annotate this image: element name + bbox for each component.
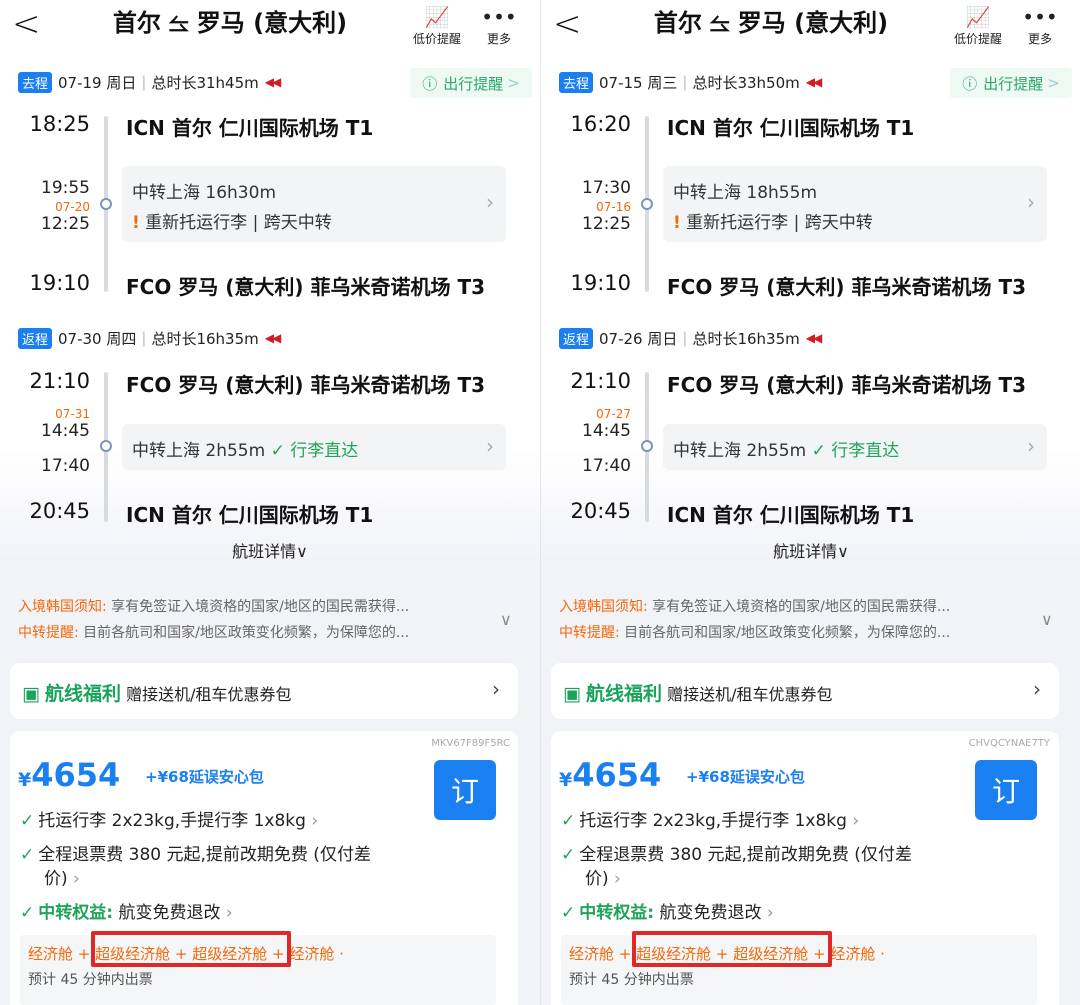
transfer-info[interactable]: 中转上海 16h30m ! 重新托运行李 | 跨天中转 › <box>122 166 506 242</box>
chart-alert-icon: 📈 <box>424 5 450 29</box>
chevron-right-icon: > <box>507 74 520 92</box>
route-welfare-card[interactable]: ▣ 航线福利 赠接送机/租车优惠券包 › <box>10 663 518 719</box>
chevron-right-icon: › <box>1027 190 1035 214</box>
dep-time: 18:25 <box>29 112 90 136</box>
book-button[interactable]: 订 <box>975 760 1037 820</box>
airline-logo-icon: ◀◀ <box>264 331 282 345</box>
travel-reminder-button[interactable]: ⓘ 出行提醒 > <box>950 68 1072 98</box>
transfer-notice[interactable]: 中转提醒: 目前各航司和国家/地区政策变化频繁，为保障您的... <box>18 622 409 642</box>
transfer-rights[interactable]: ✓ 中转权益: 航变免费退改 › <box>561 898 774 923</box>
chevron-down-icon: ∨ <box>837 542 849 561</box>
transfer-info[interactable]: 中转上海 2h55m ✓ 行李直达 › <box>663 424 1047 470</box>
chevron-right-icon: › <box>1033 677 1041 701</box>
flight-details-toggle[interactable]: 航班详情∨ <box>0 538 540 562</box>
travel-reminder-button[interactable]: ⓘ 出行提醒 > <box>410 68 532 98</box>
arr-airport: FCO 罗马 (意大利) 菲乌米奇诺机场 T3 <box>126 275 486 299</box>
page-title: 首尔 ⥦ 罗马 (意大利) <box>112 9 348 37</box>
chart-alert-icon: 📈 <box>965 5 991 29</box>
expand-chevron-icon[interactable]: ∨ <box>500 610 512 629</box>
check-icon: ✓ <box>270 441 285 461</box>
gift-icon: ▣ <box>22 683 40 705</box>
timeline-dot <box>641 198 653 210</box>
chevron-right-icon: › <box>486 434 494 458</box>
price: ¥4654 <box>18 756 121 794</box>
flight-panel-right: < 首尔 ⥦ 罗马 (意大利) 📈 低价提醒 ••• 更多 去程 07-15 周… <box>540 0 1080 1005</box>
delay-insurance[interactable]: +¥68延误安心包 <box>686 766 805 787</box>
page-title: 首尔 ⥦ 罗马 (意大利) <box>653 9 889 37</box>
baggage-info[interactable]: ✓ 托运行李 2x23kg,手提行李 1x8kg › <box>561 806 859 831</box>
book-button[interactable]: 订 <box>434 760 496 820</box>
transfer-info[interactable]: 中转上海 18h55m ! 重新托运行李 | 跨天中转 › <box>663 166 1047 242</box>
expand-chevron-icon[interactable]: ∨ <box>1041 610 1053 629</box>
transfer-info[interactable]: 中转上海 2h55m ✓ 行李直达 › <box>122 424 506 470</box>
refund-info[interactable]: ✓ 全程退票费 380 元起,提前改期免费 (仅付差 <box>561 840 912 865</box>
highlight-box <box>91 931 291 967</box>
korea-entry-notice[interactable]: 入境韩国须知: 享有免签证入境资格的国家/地区的国民需获得... <box>18 596 409 616</box>
more-dots-icon: ••• <box>481 5 517 29</box>
timeline-dot <box>100 198 112 210</box>
low-price-alert-button[interactable]: 📈 低价提醒 <box>402 6 472 47</box>
chevron-down-icon: ∨ <box>296 542 308 561</box>
timeline-dot <box>100 440 112 452</box>
airline-logo-icon: ◀◀ <box>805 75 823 89</box>
refund-info[interactable]: ✓ 全程退票费 380 元起,提前改期免费 (仅付差 <box>20 840 371 865</box>
flight-details-toggle[interactable]: 航班详情∨ <box>541 538 1080 562</box>
gift-icon: ▣ <box>563 683 581 705</box>
price: ¥4654 <box>559 756 662 794</box>
timeline-dot <box>641 440 653 452</box>
chevron-right-icon: › <box>486 190 494 214</box>
airline-logo-icon: ◀◀ <box>805 331 823 345</box>
return-header: 返程 07-30 周四 | 总时长16h35m ◀◀ <box>18 326 282 350</box>
korea-entry-notice[interactable]: 入境韩国须知: 享有免签证入境资格的国家/地区的国民需获得... <box>559 596 950 616</box>
route-welfare-card[interactable]: ▣ 航线福利 赠接送机/租车优惠券包 › <box>551 663 1059 719</box>
more-button[interactable]: ••• 更多 <box>1005 6 1075 47</box>
warning-icon: ! <box>132 213 140 233</box>
chevron-right-icon: › <box>492 677 500 701</box>
transfer-rights[interactable]: ✓ 中转权益: 航变免费退改 › <box>20 898 233 923</box>
chevron-right-icon: > <box>1047 74 1060 92</box>
dep-airport: ICN 首尔 仁川国际机场 T1 <box>126 116 374 140</box>
more-dots-icon: ••• <box>1022 5 1058 29</box>
airline-logo-icon: ◀◀ <box>264 75 282 89</box>
baggage-info[interactable]: ✓ 托运行李 2x23kg,手提行李 1x8kg › <box>20 806 318 831</box>
warning-icon: ! <box>673 213 681 233</box>
info-icon: ⓘ <box>962 74 978 93</box>
flight-panel-left: < 首尔 ⥦ 罗马 (意大利) 📈 低价提醒 ••• 更多 去程 07-19 周… <box>0 0 540 1005</box>
low-price-alert-button[interactable]: 📈 低价提醒 <box>943 6 1013 47</box>
delay-insurance[interactable]: +¥68延误安心包 <box>145 766 264 787</box>
outbound-header: 去程 07-19 周日 | 总时长31h45m ◀◀ <box>18 70 282 94</box>
highlight-box <box>632 931 832 967</box>
outbound-header: 去程 07-15 周三 | 总时长33h50m ◀◀ <box>559 70 823 94</box>
chevron-right-icon: › <box>1027 434 1035 458</box>
more-button[interactable]: ••• 更多 <box>464 6 534 47</box>
return-header: 返程 07-26 周日 | 总时长16h35m ◀◀ <box>559 326 823 350</box>
transfer-notice[interactable]: 中转提醒: 目前各航司和国家/地区政策变化频繁，为保障您的... <box>559 622 950 642</box>
info-icon: ⓘ <box>422 74 438 93</box>
check-icon: ✓ <box>811 441 826 461</box>
